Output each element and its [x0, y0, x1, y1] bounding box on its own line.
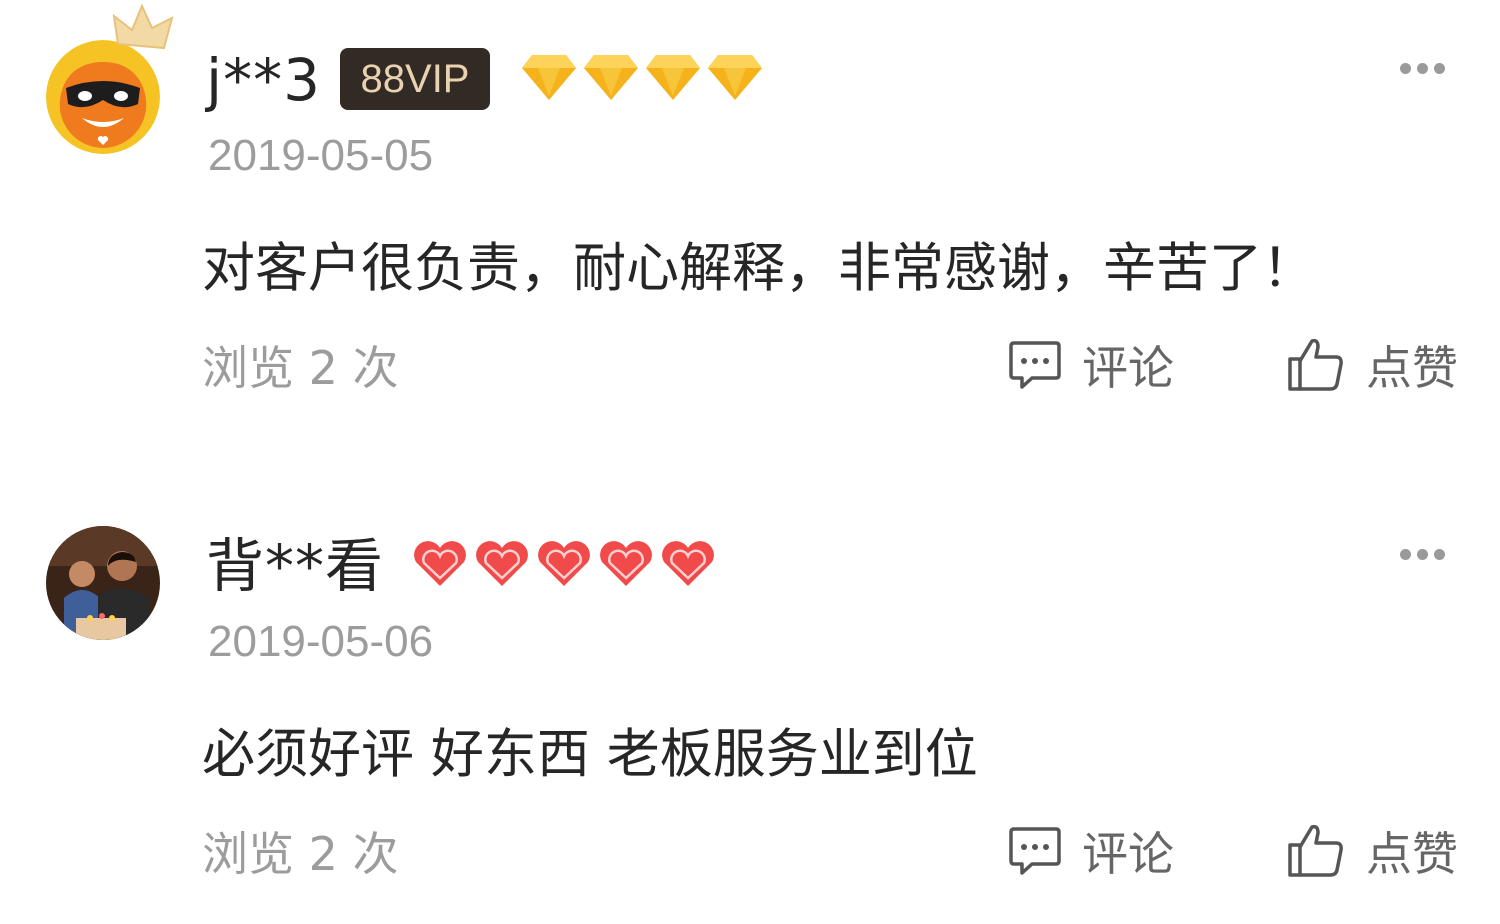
comment-icon: [1009, 827, 1061, 875]
crown-icon: [112, 4, 174, 50]
level-icons: [410, 538, 718, 590]
more-options-icon[interactable]: [1400, 544, 1460, 564]
heart-icon: [600, 541, 652, 586]
more-options-icon[interactable]: [1400, 58, 1460, 78]
vip-badge: 88VIP: [340, 48, 490, 110]
heart-icon: [476, 541, 528, 586]
heart-icon: [538, 541, 590, 586]
view-count: 浏览 2 次: [202, 827, 399, 881]
like-button[interactable]: 点赞: [1286, 816, 1458, 886]
level-icons: [520, 52, 764, 102]
thumbs-up-icon: [1288, 338, 1343, 391]
username[interactable]: 背**看: [206, 530, 384, 602]
view-count: 浏览 2 次: [202, 341, 399, 395]
comment-button[interactable]: 评论: [1008, 330, 1174, 400]
review-content: 对客户很负责，耐心解释，非常感谢，辛苦了！: [202, 238, 1315, 299]
review-date: 2019-05-06: [208, 617, 434, 666]
username[interactable]: j**3: [206, 44, 321, 116]
like-label: 点赞: [1366, 341, 1458, 395]
photo-avatar-icon: [46, 526, 160, 640]
like-button[interactable]: 点赞: [1286, 330, 1458, 400]
comment-button[interactable]: 评论: [1008, 816, 1174, 886]
heart-icon: [414, 541, 466, 586]
avatar[interactable]: [46, 526, 160, 640]
comment-icon: [1009, 341, 1061, 389]
review-date: 2019-05-05: [208, 131, 434, 180]
comment-label: 评论: [1082, 341, 1174, 395]
diamond-icon: [708, 55, 762, 100]
review-content: 必须好评 好东西 老板服务业到位: [202, 724, 978, 785]
like-label: 点赞: [1366, 827, 1458, 881]
heart-icon: [662, 541, 714, 586]
thumbs-up-icon: [1288, 824, 1343, 877]
comment-label: 评论: [1082, 827, 1174, 881]
diamond-icon: [522, 55, 576, 100]
diamond-icon: [584, 55, 638, 100]
diamond-icon: [646, 55, 700, 100]
